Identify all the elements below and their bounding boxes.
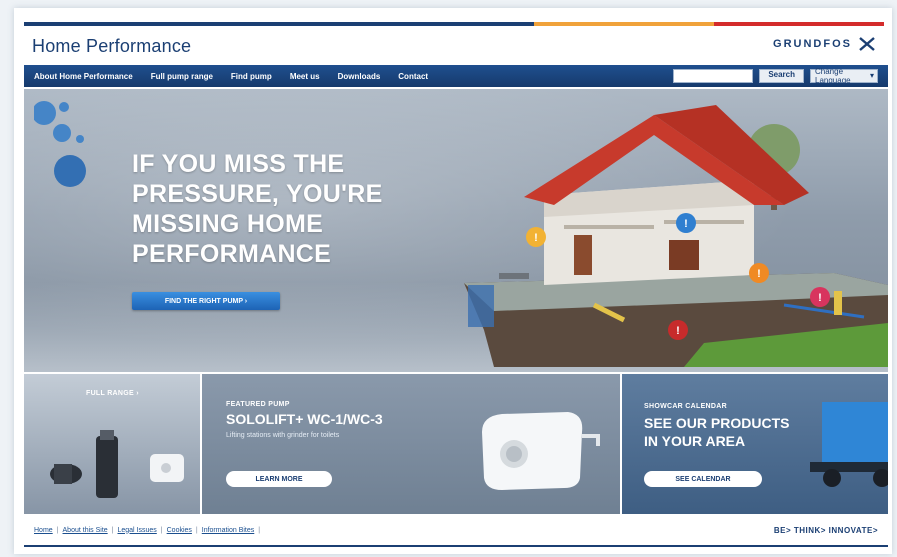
logo-text: GRUNDFOS	[773, 38, 852, 50]
promo-tiles: FULL RANGE › FEATURED PUMP SOLOLIFT+ WC-…	[24, 374, 888, 514]
nav-item-full-range[interactable]: Full pump range	[151, 72, 213, 81]
hero-heading-line: MISSING HOME	[132, 210, 324, 238]
bubbles-decoration-icon	[34, 101, 86, 187]
chevron-down-icon: ▾	[869, 71, 874, 80]
nav-item-about[interactable]: About Home Performance	[34, 72, 133, 81]
svg-text:!: !	[676, 325, 680, 337]
showcar-title-line: SEE OUR PRODUCTS	[644, 415, 790, 431]
showcar-title: SEE OUR PRODUCTS IN YOUR AREA	[644, 414, 794, 450]
svg-text:!: !	[757, 268, 761, 280]
hero-heading-line: PRESSURE, YOU'RE	[132, 180, 383, 208]
footer-links: Home | About this Site | Legal Issues | …	[34, 526, 261, 534]
footer: Home | About this Site | Legal Issues | …	[24, 516, 888, 544]
brand-stripe	[24, 22, 884, 26]
see-calendar-button[interactable]: SEE CALENDAR	[644, 471, 762, 487]
nav-item-find-pump[interactable]: Find pump	[231, 72, 272, 81]
hero-heading: IF YOU MISS THE PRESSURE, YOU'RE MISSING…	[132, 149, 432, 269]
showcar-truck-image	[810, 402, 888, 487]
svg-text:!: !	[534, 232, 538, 244]
search-input[interactable]	[673, 69, 754, 83]
footer-tagline: BE> THINK> INNOVATE>	[773, 525, 878, 535]
footer-rule	[24, 545, 888, 547]
full-range-tile[interactable]: FULL RANGE ›	[24, 374, 200, 514]
featured-kicker: FEATURED PUMP	[226, 401, 290, 408]
nav-item-downloads[interactable]: Downloads	[338, 72, 381, 81]
footer-link-cookies[interactable]: Cookies	[167, 527, 192, 534]
hero-heading-line: IF YOU MISS THE	[132, 150, 345, 178]
showcar-title-line: IN YOUR AREA	[644, 433, 746, 449]
grundfos-logo[interactable]: GRUNDFOS	[773, 36, 876, 52]
nav-item-contact[interactable]: Contact	[398, 72, 428, 81]
hero-banner: IF YOU MISS THE PRESSURE, YOU'RE MISSING…	[24, 89, 888, 372]
featured-title: SOLOLIFT+ WC-1/WC-3	[226, 411, 383, 427]
footer-link-information[interactable]: Information Bites	[202, 527, 255, 534]
page-frame: Home Performance GRUNDFOS About Home Per…	[14, 8, 892, 554]
house-illustration: ! ! ! ! !	[464, 105, 888, 367]
featured-subtitle: Lifting stations with grinder for toilet…	[226, 432, 340, 439]
footer-link-about[interactable]: About this Site	[63, 527, 108, 534]
nav-tools: Search Change Language ▾	[673, 67, 888, 85]
language-value: Change Language	[815, 67, 851, 85]
logo-mark-icon	[859, 37, 875, 51]
search-button[interactable]: Search	[759, 69, 804, 83]
svg-text:!: !	[684, 218, 688, 230]
pump-products-image	[50, 430, 184, 498]
footer-link-legal[interactable]: Legal Issues	[117, 527, 156, 534]
showcar-calendar-tile: SHOWCAR CALENDAR SEE OUR PRODUCTS IN YOU…	[622, 374, 888, 514]
main-nav: About Home Performance Full pump range F…	[24, 65, 888, 87]
nav-item-meet-us[interactable]: Meet us	[290, 72, 320, 81]
language-select[interactable]: Change Language ▾	[810, 67, 878, 85]
svg-text:!: !	[818, 292, 822, 304]
showcar-kicker: SHOWCAR CALENDAR	[644, 403, 727, 410]
full-range-link[interactable]: FULL RANGE ›	[86, 390, 139, 397]
featured-pump-tile: FEATURED PUMP SOLOLIFT+ WC-1/WC-3 Liftin…	[202, 374, 620, 514]
footer-link-home[interactable]: Home	[34, 527, 53, 534]
hero-heading-line: PERFORMANCE	[132, 240, 332, 268]
learn-more-button[interactable]: LEARN MORE	[226, 471, 332, 487]
find-pump-button[interactable]: FIND THE RIGHT PUMP ›	[132, 292, 280, 310]
site-title[interactable]: Home Performance	[32, 36, 191, 57]
sololift-product-image	[482, 412, 600, 490]
